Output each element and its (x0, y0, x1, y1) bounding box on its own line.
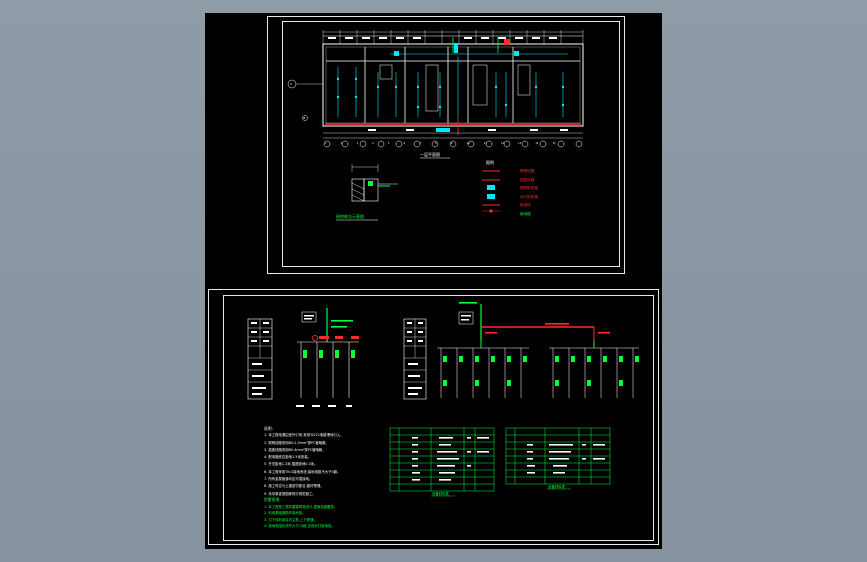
sheet-system-diagram[interactable]: 说明: 1. 本工程电源由室外引来,采用YJV22电缆埋地引入。 2. 照明线路… (208, 289, 659, 545)
legend-label-4: 动力配电箱 (520, 194, 538, 199)
sheet-floor-plan[interactable]: 一层平面图 接地做法示意图 图例 照明线路 插座线路 照明配电箱 动力配电箱 接… (267, 16, 625, 274)
grid-number-row: 1 2 3 4 5 6 7 8 9 10 11 12 13 14 15 16 (325, 142, 556, 145)
note-1: 1. 本工程电源由室外引来,采用YJV22电缆埋地引入。 (264, 433, 344, 438)
grounding-note-2: 2. 利用基础钢筋作接地极。 (264, 511, 306, 516)
legend-title: 图例 (486, 160, 494, 165)
note-8: 8. 施工时应与土建密切配合,做好预埋。 (264, 484, 324, 489)
note-3: 3. 插座线路采用BV-4mm²穿PC管暗敷。 (264, 447, 326, 452)
legend-label-2: 插座线路 (520, 177, 535, 182)
note-4: 4. 配电箱底边距地1.5米安装。 (264, 455, 312, 460)
legend-label-1: 照明线路 (520, 169, 535, 173)
plan-caption: 一层平面图 (420, 152, 440, 157)
note-2: 2. 照明线路采用BV-2.5mm²穿PC管暗敷。 (264, 440, 329, 445)
grounding-note-3: 3. 引下线利用柱内主筋,上下焊通。 (264, 517, 317, 522)
note-5: 5. 开关距地1.3米,插座距地0.3米。 (264, 462, 318, 467)
grounding-notes-title: 防雷接地: (264, 497, 281, 502)
legend-label-6: 接地极 (520, 211, 531, 216)
notes-block: 说明: 1. 本工程电源由室外引来,采用YJV22电缆埋地引入。 2. 照明线路… (264, 425, 384, 498)
drawing-viewport[interactable]: 一层平面图 接地做法示意图 图例 照明线路 插座线路 照明配电箱 动力配电箱 接… (0, 0, 867, 562)
model-space[interactable]: 一层平面图 接地做法示意图 图例 照明线路 插座线路 照明配电箱 动力配电箱 接… (205, 13, 662, 549)
legend-labels: 照明线路 插座线路 照明配电箱 动力配电箱 接地线 接地极 (520, 167, 538, 219)
table2-caption: 设备材料表 (548, 485, 565, 489)
floor-plan-drawing[interactable] (268, 17, 624, 273)
legend-label-3: 照明配电箱 (520, 186, 538, 191)
axis-label-a: A (290, 82, 293, 86)
notes-title: 说明: (264, 426, 273, 431)
note-7: 7. 所有金属管道均应可靠接地。 (264, 477, 313, 482)
axis-label-b: B (303, 116, 306, 120)
table1-caption: 设备材料表 (432, 492, 449, 496)
grounding-note-4: 4. 接地电阻实测不大于10欧,否则补打接地极。 (264, 524, 335, 529)
detail-caption: 接地做法示意图 (336, 214, 364, 219)
legend-label-5: 接地线 (520, 203, 531, 208)
grounding-notes-block: 防雷接地: 1. 本工程按三类防雷建筑物设计,屋面设避雷带。 2. 利用基础钢筋… (264, 497, 394, 530)
note-6: 6. 本工程采用TN-S接地系统,接地电阻不大于4欧。 (264, 469, 341, 474)
grounding-note-1: 1. 本工程按三类防雷建筑物设计,屋面设避雷带。 (264, 504, 338, 509)
